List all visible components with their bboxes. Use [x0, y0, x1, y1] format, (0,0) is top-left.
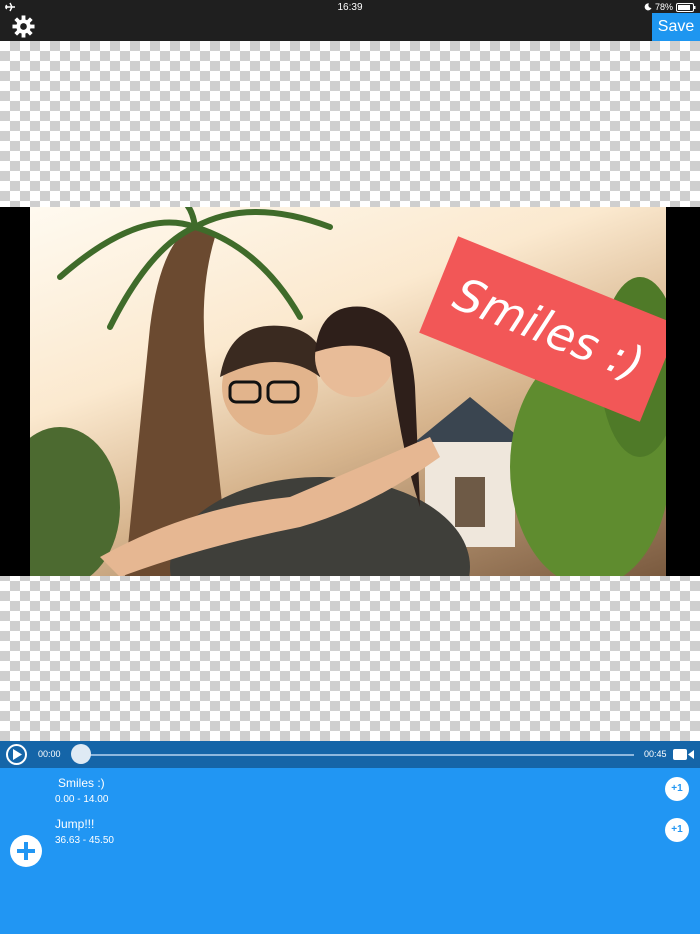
plus-one-button[interactable]: +1	[665, 818, 689, 842]
plus-icon	[17, 842, 35, 860]
save-button[interactable]: Save	[652, 13, 700, 41]
play-button[interactable]	[6, 744, 27, 765]
add-sticker-button[interactable]	[10, 835, 42, 867]
player-bar: 00:00 00:45	[0, 741, 700, 768]
video-preview-image[interactable]: Smiles :)	[30, 207, 666, 576]
top-bar: 16:39 78% Save	[0, 0, 700, 41]
sticker-name: Jump!!!	[55, 817, 95, 831]
status-indicators: 78%	[644, 2, 696, 12]
battery-percent: 78%	[654, 2, 673, 12]
current-time: 00:00	[38, 749, 61, 759]
do-not-disturb-icon	[644, 3, 652, 11]
status-time: 16:39	[337, 2, 363, 13]
editor-canvas[interactable]: Smiles :)	[0, 41, 700, 741]
play-icon	[13, 749, 22, 760]
timeline-thumb[interactable]	[71, 744, 91, 764]
video-frame: Smiles :)	[0, 207, 700, 576]
sticker-list-panel: Smiles :) 0.00 - 14.00 +1 Jump!!! 36.63 …	[0, 768, 700, 934]
gear-icon[interactable]	[12, 15, 35, 38]
sticker-time-range: 36.63 - 45.50	[55, 835, 114, 846]
plus-one-button[interactable]: +1	[665, 777, 689, 801]
video-camera-icon[interactable]	[673, 748, 694, 761]
duration-time: 00:45	[644, 749, 667, 759]
sticker-time-range: 0.00 - 14.00	[55, 794, 109, 805]
battery-icon	[676, 2, 696, 12]
sticker-list-item[interactable]: Jump!!! 36.63 - 45.50	[55, 817, 114, 846]
timeline-track[interactable]	[72, 754, 634, 756]
sticker-list-item[interactable]: Smiles :) 0.00 - 14.00	[55, 776, 109, 805]
sticker-name: Smiles :)	[58, 776, 105, 790]
